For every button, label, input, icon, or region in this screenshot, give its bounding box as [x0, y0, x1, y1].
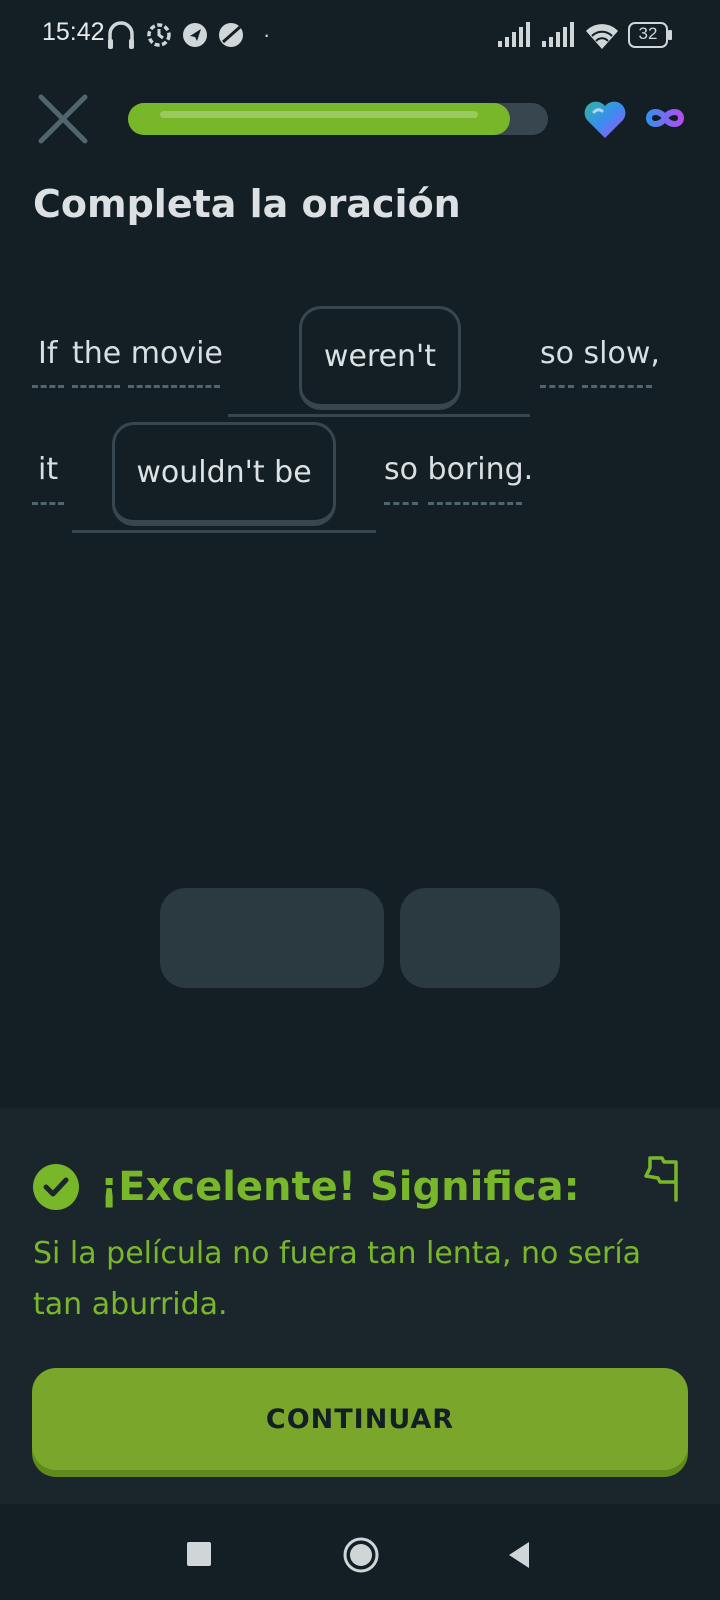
app-icon — [219, 23, 243, 47]
back-triangle-icon[interactable] — [505, 1540, 533, 1570]
signal-icon — [498, 22, 530, 47]
word-underline — [32, 502, 64, 505]
close-icon[interactable] — [36, 92, 90, 146]
battery-icon: 32 — [628, 22, 672, 48]
report-flag-icon[interactable] — [644, 1156, 684, 1204]
status-bar: 15:42 · 32 — [0, 0, 720, 70]
word-the-movie[interactable]: the movie — [72, 336, 223, 371]
word-underline — [384, 502, 418, 505]
sync-icon — [147, 23, 171, 47]
status-time: 15:42 — [42, 18, 105, 46]
airplane-icon — [183, 23, 207, 47]
headphones-icon — [108, 21, 134, 49]
home-circle-icon[interactable] — [342, 1536, 380, 1574]
system-nav-bar — [0, 1504, 720, 1600]
continue-button[interactable]: CONTINUAR — [32, 1368, 688, 1470]
check-circle-icon — [33, 1164, 79, 1210]
translation-text: Si la película no fuera tan lenta, no se… — [33, 1236, 642, 1322]
lesson-progress-bar — [128, 103, 548, 135]
used-option-slot — [400, 888, 560, 988]
feedback-title: ¡Excelente! Significa: — [100, 1164, 580, 1210]
progress-shine — [160, 111, 478, 118]
wifi-icon — [586, 24, 618, 49]
word-underline — [582, 385, 652, 388]
battery-level: 32 — [638, 24, 658, 43]
word-if[interactable]: If — [38, 336, 57, 371]
word-underline — [72, 385, 120, 388]
answer-blank-line — [228, 414, 530, 417]
progress-fill — [128, 103, 510, 135]
answer-chip-1[interactable]: weren't — [299, 306, 461, 410]
status-dot: · — [263, 22, 271, 47]
lesson-screen: 15:42 · 32 Completa la oración If the mo… — [0, 0, 720, 1600]
word-underline — [540, 385, 574, 388]
infinity-icon — [645, 109, 685, 127]
word-so-boring[interactable]: so boring. — [384, 452, 533, 487]
recents-square-icon[interactable] — [187, 1542, 211, 1566]
used-option-slot — [160, 888, 384, 988]
word-underline — [428, 502, 522, 505]
word-it[interactable]: it — [38, 452, 58, 487]
word-so-slow[interactable]: so slow, — [540, 336, 660, 371]
answer-chip-2[interactable]: wouldn't be — [112, 422, 336, 526]
answer-blank-line — [72, 530, 376, 533]
heart-icon[interactable] — [582, 98, 628, 140]
word-underline — [128, 385, 220, 388]
exercise-title: Completa la oración — [33, 182, 461, 226]
word-underline — [32, 385, 64, 388]
signal-icon — [542, 22, 574, 47]
